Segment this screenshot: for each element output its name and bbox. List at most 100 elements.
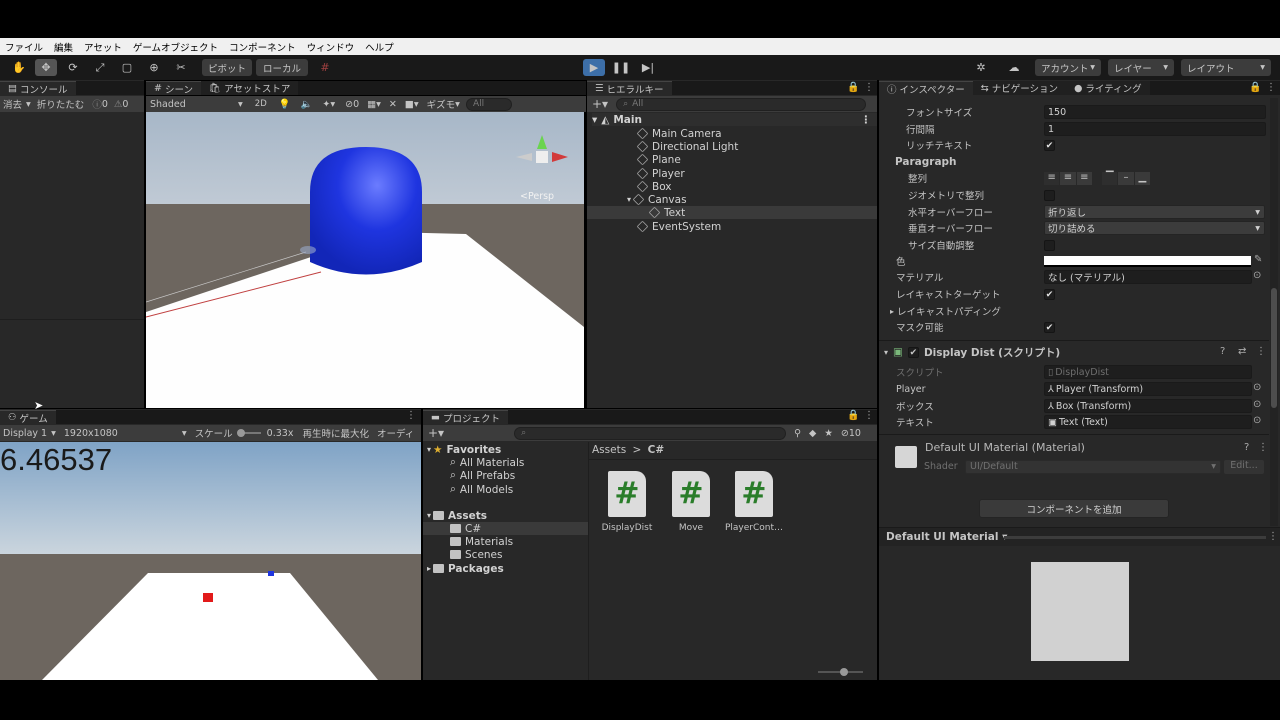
mute-audio-toggle[interactable]: オーディ — [377, 426, 414, 440]
text-field[interactable]: ▣ Text (Text) — [1044, 415, 1252, 429]
tab-game[interactable]: ⚇ ゲーム — [0, 410, 56, 425]
inspector-scrollbar[interactable] — [1270, 98, 1278, 526]
scrollbar-thumb[interactable] — [1271, 288, 1277, 408]
clear-button[interactable]: 消去 — [3, 97, 22, 111]
collab-icon[interactable]: ✲ — [970, 59, 992, 76]
cloud-icon[interactable]: ☁ — [1003, 59, 1025, 76]
scale-slider-thumb[interactable] — [236, 429, 245, 437]
color-swatch[interactable] — [1044, 256, 1251, 267]
layers-dropdown[interactable]: レイヤー ▾ — [1108, 59, 1174, 76]
effects-icon[interactable]: ✦▾ — [322, 99, 335, 110]
custom-tool-icon[interactable]: ✂ — [170, 59, 192, 76]
tab-lighting[interactable]: ● ライティング — [1066, 81, 1150, 95]
collapse-button[interactable]: 折りたたむ — [37, 97, 85, 111]
favorite-all-materials[interactable]: ⌕ All Materials — [450, 456, 524, 469]
help-icon[interactable]: ? — [1220, 346, 1225, 357]
hierarchy-item-directional-light[interactable]: Directional Light — [636, 140, 738, 153]
gizmos-dropdown[interactable]: ギズモ — [427, 97, 456, 111]
2d-toggle[interactable]: 2D — [255, 99, 267, 109]
chevron-down-icon[interactable]: ▾ — [455, 99, 460, 110]
menu-help[interactable]: ヘルプ — [365, 40, 394, 54]
favorite-icon[interactable]: ★ — [824, 428, 833, 439]
asset-playercontroller[interactable]: # PlayerCont… — [719, 471, 789, 533]
more-icon[interactable]: ⋮ — [1268, 531, 1278, 542]
persp-label[interactable]: <Persp — [520, 191, 554, 202]
align-geometry-checkbox[interactable] — [1044, 190, 1055, 201]
player-field[interactable]: ⅄ Player (Transform) — [1044, 382, 1252, 396]
hierarchy-item-plane[interactable]: Plane — [636, 153, 681, 166]
eyedropper-icon[interactable]: ✎ — [1254, 254, 1262, 265]
hidden-packages-icon[interactable]: ⊘ — [841, 428, 849, 439]
help-icon[interactable]: ? — [1244, 442, 1249, 453]
more-icon[interactable]: ⋮ — [1266, 82, 1276, 93]
asset-move[interactable]: # Move — [656, 471, 726, 533]
folder-scenes[interactable]: Scenes — [450, 548, 502, 561]
align-top-icon[interactable]: ▔ — [1102, 172, 1118, 185]
maskable-checkbox[interactable]: ✔ — [1044, 322, 1055, 333]
preview-title-dropdown[interactable]: Default UI Material ▾ — [886, 531, 1007, 543]
hierarchy-item-text[interactable]: Text — [587, 206, 877, 219]
rotate-tool-icon[interactable]: ⟳ — [62, 59, 84, 76]
tab-navigation[interactable]: ⇆ ナビゲーション — [972, 81, 1067, 95]
tab-scene[interactable]: # シーン — [146, 81, 201, 96]
packages-folder[interactable]: ▸ Packages — [427, 562, 504, 575]
object-picker-icon[interactable]: ⊙ — [1253, 270, 1261, 281]
scene-search[interactable]: All — [465, 97, 512, 111]
align-center-icon[interactable]: ≡ — [1060, 172, 1076, 185]
object-picker-icon[interactable]: ⊙ — [1253, 399, 1261, 410]
line-spacing-field[interactable]: 1 — [1044, 122, 1266, 136]
breadcrumb-root[interactable]: Assets — [592, 444, 626, 456]
tools-icon[interactable]: ✕ — [389, 99, 397, 110]
favorite-all-models[interactable]: ⌕ All Models — [450, 483, 513, 496]
raycast-target-checkbox[interactable]: ✔ — [1044, 289, 1055, 300]
favorite-all-prefabs[interactable]: ⌕ All Prefabs — [450, 469, 515, 482]
menu-component[interactable]: コンポーネント — [229, 40, 296, 54]
favorites-header[interactable]: ▾ ★ Favorites — [427, 443, 501, 456]
chevron-down-icon[interactable]: ▾ — [182, 428, 187, 439]
tab-project[interactable]: ▬ プロジェクト — [423, 410, 508, 425]
pause-icon[interactable]: ❚❚ — [610, 59, 632, 76]
raycast-padding-row[interactable]: ▸ レイキャストパディング — [890, 303, 1270, 319]
asset-displaydist[interactable]: # DisplayDist — [592, 471, 662, 533]
material-field[interactable]: なし (マテリアル) — [1044, 270, 1252, 284]
more-icon[interactable]: ⋮ — [1256, 346, 1266, 357]
rect-tool-icon[interactable]: ▢ — [116, 59, 138, 76]
tab-asset-store[interactable]: 🛍 アセットストア — [201, 81, 299, 95]
shading-dropdown[interactable]: Shaded — [150, 99, 238, 110]
add-component-button[interactable]: コンポーネントを追加 — [979, 499, 1169, 518]
hand-tool-icon[interactable]: ✋ — [8, 59, 30, 76]
rich-text-checkbox[interactable]: ✔ — [1044, 140, 1055, 151]
warning-icon[interactable]: ⚠ — [114, 99, 123, 110]
resolution-dropdown[interactable]: 1920x1080 — [64, 428, 182, 439]
chevron-down-icon[interactable]: ▾ — [238, 99, 243, 110]
scale-tool-icon[interactable]: ⤢ — [89, 59, 111, 76]
more-icon[interactable]: ⋮ — [1258, 442, 1268, 453]
lock-icon[interactable]: 🔒 — [847, 410, 859, 421]
account-dropdown[interactable]: アカウント ▾ — [1035, 59, 1101, 76]
shader-dropdown[interactable]: UI/Default ▾ — [965, 460, 1221, 474]
font-size-field[interactable]: 150 — [1044, 105, 1266, 119]
maximize-on-play-toggle[interactable]: 再生時に最大化 — [302, 426, 369, 440]
hierarchy-search[interactable]: ⌕ All — [616, 97, 867, 111]
more-icon[interactable]: ⋮ — [861, 114, 872, 126]
folder-csharp[interactable]: C# — [423, 522, 588, 535]
add-icon[interactable]: +▾ — [592, 97, 608, 111]
hierarchy-item-canvas[interactable]: ▾ Canvas — [627, 193, 687, 206]
horizontal-overflow-dropdown[interactable]: 折り返し ▾ — [1044, 205, 1265, 219]
filter-label-icon[interactable]: ◆ — [809, 428, 816, 439]
hierarchy-item-player[interactable]: Player — [636, 167, 685, 180]
lock-icon[interactable]: 🔒 — [847, 82, 859, 93]
display-dropdown[interactable]: Display 1 — [3, 428, 47, 439]
align-right-icon[interactable]: ≡ — [1076, 172, 1092, 185]
align-left-icon[interactable]: ≡ — [1044, 172, 1060, 185]
chevron-down-icon[interactable]: ▾ — [26, 99, 31, 110]
object-picker-icon[interactable]: ⊙ — [1253, 415, 1261, 426]
tab-hierarchy[interactable]: ☰ ヒエラルキー — [587, 81, 672, 96]
preview-splitter[interactable] — [1004, 536, 1266, 539]
component-enabled-checkbox[interactable]: ✔ — [907, 346, 919, 358]
menu-window[interactable]: ウィンドウ — [307, 40, 355, 54]
error-icon[interactable]: ⓘ — [92, 97, 102, 111]
scene-view[interactable]: <Persp — [146, 112, 584, 408]
project-splitter[interactable] — [588, 442, 589, 680]
hierarchy-item-eventsystem[interactable]: EventSystem — [636, 220, 721, 233]
